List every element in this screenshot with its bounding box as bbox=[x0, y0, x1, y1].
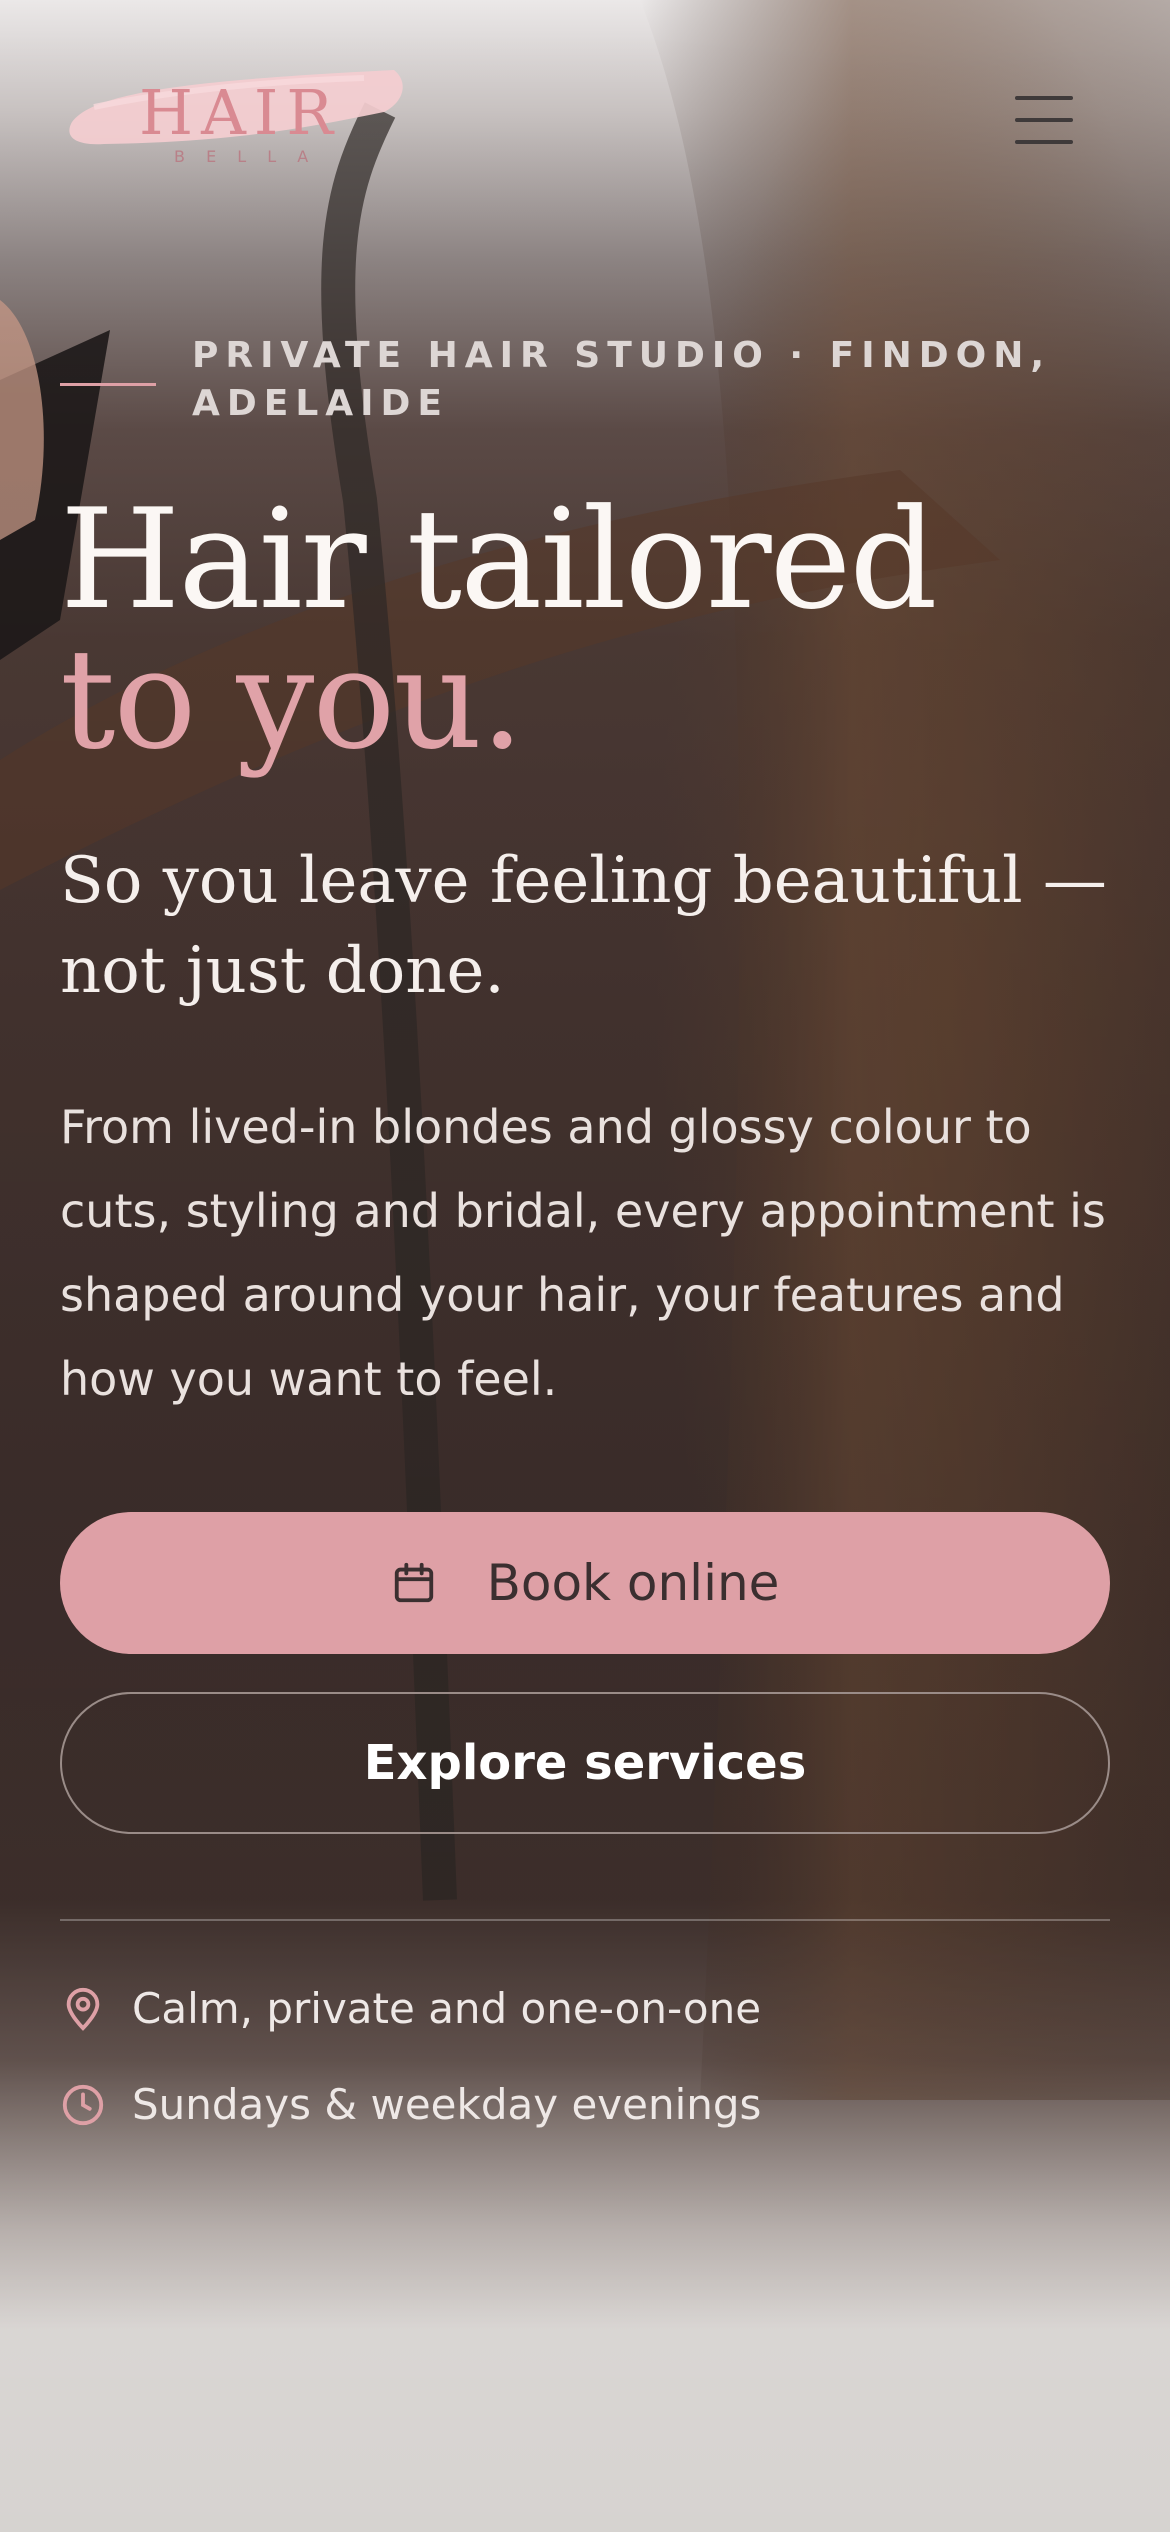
brand-logo[interactable]: HAIR B E L L A bbox=[64, 62, 414, 172]
menu-bar bbox=[1015, 118, 1073, 122]
book-online-button[interactable]: Book online bbox=[60, 1512, 1110, 1654]
eyebrow-accent-line bbox=[60, 383, 156, 386]
hamburger-menu-icon[interactable] bbox=[1015, 96, 1073, 144]
clock-icon bbox=[62, 2084, 104, 2125]
svg-text:HAIR: HAIR bbox=[139, 76, 341, 149]
feature-item-hours: Sundays & weekday evenings bbox=[60, 2080, 761, 2129]
menu-bar bbox=[1015, 96, 1073, 100]
feature-text: Calm, private and one-on-one bbox=[132, 1984, 762, 2033]
hero-description: From lived-in blondes and glossy colour … bbox=[60, 1100, 1106, 1406]
calendar-icon bbox=[394, 1562, 433, 1603]
hero-section: HAIR B E L L A PRIVATE HAIR STUDIO · FIN… bbox=[0, 0, 1170, 2532]
explore-services-label: Explore services bbox=[363, 1735, 807, 1791]
map-pin-icon bbox=[66, 1987, 100, 2031]
feature-item-private: Calm, private and one-on-one bbox=[60, 1984, 761, 2033]
divider bbox=[60, 1919, 1110, 1921]
logo-graphic: HAIR B E L L A bbox=[69, 70, 403, 166]
menu-bar bbox=[1015, 140, 1073, 144]
hero-title: Hair tailored to you. bbox=[60, 490, 1120, 770]
hero-title-line1: Hair tailored bbox=[60, 479, 938, 640]
book-online-label: Book online bbox=[486, 1554, 780, 1612]
hero-eyebrow: PRIVATE HAIR STUDIO · FINDON, ADELAIDE bbox=[192, 335, 1052, 424]
feature-text: Sundays & weekday evenings bbox=[132, 2080, 762, 2129]
hero-title-accent: to you. bbox=[60, 619, 524, 780]
svg-text:B E L L A: B E L L A bbox=[174, 147, 316, 166]
explore-services-button[interactable]: Explore services bbox=[60, 1692, 1110, 1834]
hero-subtitle: So you leave feeling beautiful — not jus… bbox=[60, 844, 1107, 1008]
